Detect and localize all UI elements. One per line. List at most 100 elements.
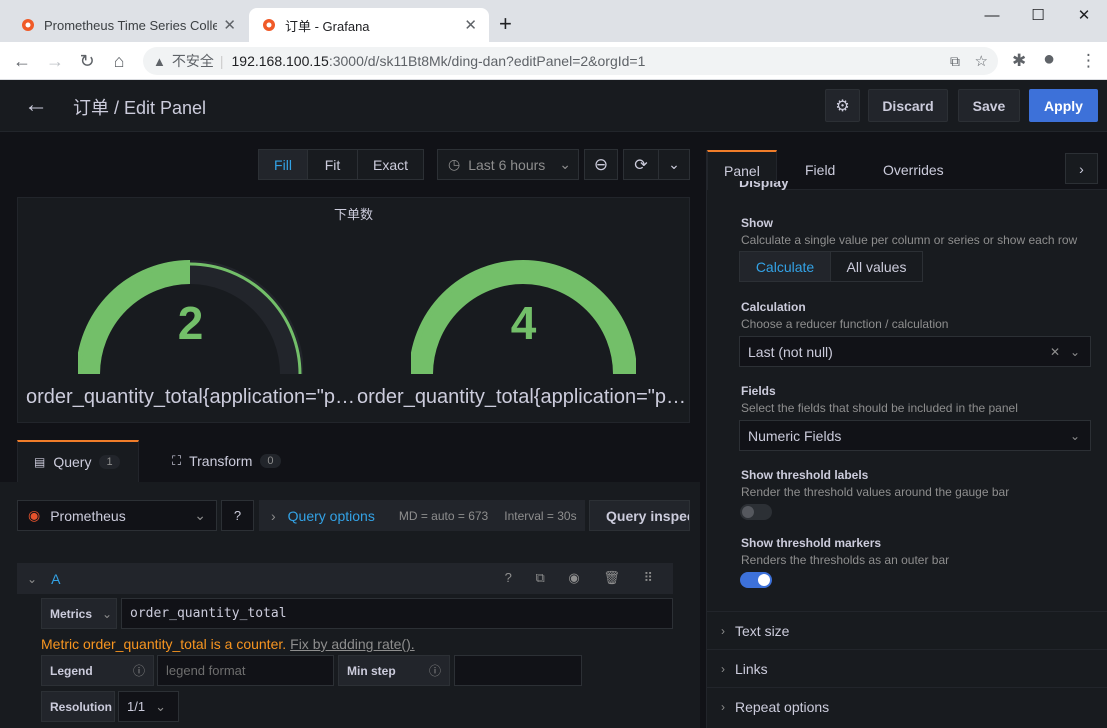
browser-menu-icon[interactable]: ⋮: [1080, 51, 1097, 71]
browser-tab-bar: Prometheus Time Series Collec ✕ 订单 - Gra…: [0, 0, 1107, 42]
text-size-section[interactable]: › Text size: [707, 611, 1107, 649]
page-title: 订单 / Edit Panel: [73, 98, 207, 118]
settings-gear-icon[interactable]: ⚙: [825, 89, 860, 122]
gauge-value: 4: [510, 297, 537, 349]
query-options-toggle[interactable]: › Query options MD = auto = 673 Interval…: [259, 500, 585, 531]
translate-icon[interactable]: ⧉: [950, 53, 960, 70]
toggle-knob: [758, 574, 770, 586]
refresh-interval-chevron-icon[interactable]: ⌄: [658, 149, 690, 180]
gauge-2: 4: [409, 234, 637, 384]
fill-mode-button[interactable]: Fill: [258, 149, 308, 180]
edit-panel-header: ← 订单 / Edit Panel ⚙ Discard Save Apply: [0, 80, 1107, 132]
chevron-right-icon: ›: [721, 661, 725, 676]
options-pane: Panel Field Overrides › Display Show Cal…: [706, 150, 1107, 728]
home-icon[interactable]: ⌂: [108, 50, 130, 72]
chevron-right-icon: ›: [271, 507, 276, 524]
threshold-markers-desc: Renders the thresholds as an outer bar: [741, 553, 950, 567]
max-datapoints-info: MD = auto = 673: [398, 508, 489, 523]
gauge-series-label: order_quantity_total{application="p…: [26, 386, 353, 408]
query-row-a-header[interactable]: ⌄ A ? ⧉ ◉ 🗑 ⠿: [17, 563, 673, 594]
extensions-icon[interactable]: ✱: [1012, 51, 1026, 71]
new-tab-button[interactable]: +: [499, 12, 512, 36]
threshold-markers-title: Show threshold markers: [741, 536, 882, 550]
grafana-favicon-icon: [22, 19, 34, 31]
back-arrow-icon[interactable]: ←: [24, 92, 48, 118]
url-host: 192.168.100.15: [231, 53, 329, 69]
metrics-query-input[interactable]: order_quantity_total: [121, 598, 673, 629]
resolution-value: 1/1: [127, 699, 146, 714]
browser-tab-grafana[interactable]: 订单 - Grafana ✕: [249, 8, 489, 42]
bookmark-star-icon[interactable]: ☆: [975, 52, 988, 70]
forward-nav-icon[interactable]: →: [44, 50, 66, 72]
info-icon[interactable]: ⓘ: [133, 662, 145, 679]
browser-tab-prometheus[interactable]: Prometheus Time Series Collec ✕: [8, 8, 248, 42]
query-ref-id: A: [51, 570, 61, 587]
info-icon[interactable]: ⓘ: [429, 662, 441, 679]
fit-mode-button[interactable]: Fit: [307, 149, 358, 180]
show-option-desc: Calculate a single value per column or s…: [741, 233, 1078, 247]
panel-title: 下单数: [333, 207, 373, 222]
query-inspector-button[interactable]: Query inspector: [589, 500, 690, 531]
back-nav-icon[interactable]: ←: [11, 50, 33, 72]
clear-selection-icon[interactable]: ✕: [1050, 345, 1060, 359]
all-values-radio-button[interactable]: All values: [830, 251, 923, 282]
threshold-labels-toggle[interactable]: [740, 504, 772, 520]
minimize-window-button[interactable]: —: [969, 4, 1015, 28]
reload-icon[interactable]: ↻: [76, 50, 98, 72]
collapse-chevron-icon[interactable]: ⌄: [27, 572, 37, 586]
exact-mode-button[interactable]: Exact: [357, 149, 424, 180]
close-window-button[interactable]: ✕: [1061, 4, 1107, 28]
fields-select[interactable]: Numeric Fields ⌄: [739, 420, 1091, 451]
collapse-pane-chevron-icon[interactable]: ›: [1065, 153, 1098, 184]
zoom-out-icon[interactable]: ⊖: [584, 149, 618, 180]
address-bar[interactable]: ▲ 不安全 | 192.168.100.15:3000/d/sk11Bt8Mk/…: [143, 47, 998, 75]
interval-info: Interval = 30s: [504, 508, 577, 523]
min-step-label-text: Min step: [347, 663, 396, 678]
calculation-value: Last (not null): [748, 343, 833, 360]
close-tab-icon[interactable]: ✕: [223, 16, 236, 34]
legend-label-text: Legend: [50, 663, 93, 678]
chevron-down-icon: ⌄: [102, 606, 113, 621]
min-step-input[interactable]: [454, 655, 582, 686]
datasource-help-icon[interactable]: ?: [221, 500, 254, 531]
clock-icon: ◷: [448, 156, 461, 172]
datasource-name: Prometheus: [50, 507, 126, 524]
resolution-select[interactable]: 1/1 ⌄: [118, 691, 179, 722]
query-row-actions-icon[interactable]: ? ⧉ ◉ 🗑 ⠿: [505, 570, 663, 586]
calculation-option-title: Calculation: [741, 300, 806, 314]
show-option-title: Show: [741, 216, 773, 230]
time-range-picker[interactable]: ◷ Last 6 hours ⌄: [437, 149, 579, 180]
datasource-picker[interactable]: ◉ Prometheus ⌄: [17, 500, 217, 531]
grafana-app: ← 订单 / Edit Panel ⚙ Discard Save Apply F…: [0, 80, 1107, 728]
maximize-window-button[interactable]: ☐: [1015, 4, 1061, 28]
display-section-header[interactable]: Display: [739, 181, 789, 190]
discard-button[interactable]: Discard: [868, 89, 948, 122]
threshold-markers-toggle[interactable]: [740, 572, 772, 588]
chevron-down-icon: ⌄: [155, 698, 166, 714]
tab-overrides[interactable]: Overrides: [883, 150, 944, 190]
profile-avatar-icon[interactable]: ●: [1043, 48, 1055, 71]
text-size-section-label: Text size: [735, 622, 790, 639]
apply-button[interactable]: Apply: [1029, 89, 1098, 122]
calculation-select[interactable]: Last (not null) ✕ ⌄: [739, 336, 1091, 367]
fix-rate-link[interactable]: Fix by adding rate().: [290, 636, 415, 652]
tab-query[interactable]: ▤ Query 1: [17, 440, 139, 482]
display-section-header-clip: Display: [739, 181, 819, 191]
tab-transform[interactable]: ⛶ Transform 0: [172, 440, 281, 482]
tab-transform-label: Transform: [189, 453, 253, 469]
links-section[interactable]: › Links: [707, 649, 1107, 687]
database-icon: ▤: [34, 455, 46, 469]
chevron-down-icon: ⌄: [194, 507, 206, 523]
metrics-dropdown-button[interactable]: Metrics ⌄: [41, 598, 117, 629]
save-button[interactable]: Save: [958, 89, 1020, 122]
tab-query-label: Query: [53, 454, 92, 470]
not-secure-warning-icon[interactable]: ▲: [153, 54, 166, 69]
close-tab-icon[interactable]: ✕: [464, 16, 477, 34]
legend-format-input[interactable]: legend format: [157, 655, 334, 686]
toggle-knob: [742, 506, 754, 518]
calculate-radio-button[interactable]: Calculate: [739, 251, 831, 282]
browser-tab-title: 订单 - Grafana: [285, 18, 370, 34]
repeat-options-section[interactable]: › Repeat options: [707, 687, 1107, 725]
refresh-icon[interactable]: ⟳: [623, 149, 659, 180]
fields-option-desc: Select the fields that should be include…: [741, 401, 1018, 415]
